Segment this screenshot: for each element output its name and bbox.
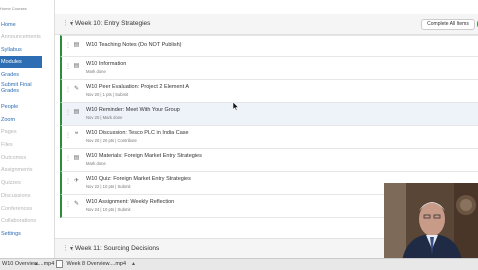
nav-item-people[interactable]: People	[0, 101, 42, 113]
module-item-title[interactable]: W10 Materials: Foreign Market Entry Stra…	[86, 153, 202, 159]
module-item[interactable]: ⋮ ❝ W10 Discussion: Tesco PLC in India C…	[60, 125, 478, 148]
nav-item-zoom[interactable]: Zoom	[0, 114, 42, 126]
download-file-name: Week 8 Overview....mp4	[66, 261, 127, 267]
drag-handle-icon[interactable]: ⋮	[65, 109, 71, 116]
nav-item-outcomes[interactable]: Outcomes	[0, 152, 42, 164]
quiz-icon: ✈	[73, 178, 80, 184]
discussion-icon: ❝	[74, 132, 79, 138]
nav-item-label: Zoom	[1, 117, 16, 123]
collapse-caret-icon[interactable]: ▼	[69, 246, 74, 252]
module-item-meta: Nov 24 | 10 pts | Submit	[86, 207, 131, 212]
nav-item-label: Settings	[1, 231, 21, 237]
nav-item-files[interactable]: Files	[0, 139, 42, 151]
page-icon: ▤	[73, 42, 80, 48]
nav-item-label: Conferences	[1, 206, 33, 212]
chevron-up-icon[interactable]: ▲	[131, 259, 136, 270]
nav-item-conferences[interactable]: Conferences	[0, 203, 42, 215]
nav-item-label: Modules	[1, 59, 22, 65]
nav-item-assignments[interactable]: Assignments	[0, 164, 42, 176]
nav-item-discussions[interactable]: Discussions	[0, 190, 42, 202]
downloads-bar: W10 Overview....mp4 ▲ Week 8 Overview...…	[0, 258, 478, 270]
nav-item-label: Outcomes	[1, 155, 27, 161]
module-title: Week 11: Sourcing Decisions	[75, 245, 160, 252]
chevron-up-icon[interactable]: ▲	[34, 259, 39, 270]
module-item[interactable]: ⋮ ▤ W10 Teaching Notes (Do NOT Publish)	[60, 35, 478, 56]
nav-item-label: Submit Final Grades	[1, 82, 32, 94]
module-item-title[interactable]: W10 Quiz: Foreign Market Entry Strategie…	[86, 176, 191, 182]
video-file-icon	[56, 259, 63, 268]
drag-handle-icon[interactable]: ⋮	[65, 86, 71, 93]
module-item-title[interactable]: W10 Discussion: Tesco PLC in India Case	[86, 130, 189, 136]
nav-item-label: Collaborations	[1, 218, 37, 224]
drag-handle-icon[interactable]: ⋮	[65, 63, 71, 70]
module-title: Week 10: Entry Strategies	[75, 20, 151, 27]
nav-item-announcements[interactable]: Announcements	[0, 31, 42, 43]
nav-item-collaborations[interactable]: Collaborations	[0, 215, 42, 227]
module-item-title[interactable]: W10 Information	[86, 61, 126, 67]
page-icon: ▤	[73, 63, 80, 69]
drag-handle-icon[interactable]: ⋮	[65, 178, 71, 185]
nav-item-label: Grades	[1, 72, 20, 78]
module-item-meta[interactable]: Mark done	[86, 161, 106, 166]
nav-item-label: Discussions	[1, 193, 31, 199]
drag-handle-icon[interactable]: ⋮	[65, 42, 71, 49]
module-item[interactable]: ⋮ ▤ W10 Information Mark done	[60, 56, 478, 79]
nav-item-settings[interactable]: Settings	[0, 228, 42, 240]
module-item[interactable]: ⋮ ✎ W10 Peer Evaluation: Project 2 Eleme…	[60, 79, 478, 102]
module-header[interactable]: ⋮⋮ ▼ Week 10: Entry Strategies	[55, 14, 478, 35]
presenter-image	[384, 183, 478, 261]
collapse-caret-icon[interactable]: ▼	[69, 21, 74, 27]
course-nav-header: Home Courses	[0, 6, 27, 11]
module-item-meta: Nov 22 | 10 pts | Submit	[86, 184, 131, 189]
nav-item-pages[interactable]: Pages	[0, 126, 42, 138]
module-item-title[interactable]: W10 Reminder: Meet With Your Group	[86, 107, 180, 113]
module-item-meta: Nov 20 | 1 pts | Submit	[86, 92, 129, 97]
presenter-webcam-video	[384, 183, 478, 261]
module-item-meta: Nov 20 | Mark done	[86, 115, 123, 120]
complete-all-items-button[interactable]: Complete All Items	[421, 19, 475, 30]
page-icon: ▤	[73, 155, 80, 161]
module-item-title[interactable]: W10 Peer Evaluation: Project 2 Element A	[86, 84, 189, 90]
module-item-meta[interactable]: Mark done	[86, 69, 106, 74]
nav-item-label: People	[1, 104, 19, 110]
module-item-meta: Nov 20 | 20 pts | Contribute	[86, 138, 137, 143]
download-file-name: W10 Overview....mp4	[2, 261, 55, 267]
download-item[interactable]: Week 8 Overview....mp4	[56, 259, 126, 270]
nav-item-quizzes[interactable]: Quizzes	[0, 177, 42, 189]
module-item[interactable]: ⋮ ▤ W10 Reminder: Meet With Your Group N…	[60, 102, 478, 125]
nav-item-label: Files	[1, 142, 13, 148]
module-item[interactable]: ⋮ ▤ W10 Materials: Foreign Market Entry …	[60, 148, 478, 171]
drag-handle-icon[interactable]: ⋮	[65, 132, 71, 139]
page-icon: ▤	[73, 109, 80, 115]
module-item-title[interactable]: W10 Teaching Notes (Do NOT Publish)	[86, 42, 181, 48]
download-item[interactable]: W10 Overview....mp4	[2, 259, 54, 270]
nav-item-modules[interactable]: Modules	[0, 56, 42, 68]
nav-item-submit-final-grades[interactable]: Submit Final Grades	[0, 82, 42, 99]
nav-item-label: Syllabus	[1, 47, 22, 53]
nav-item-label: Home	[1, 22, 16, 28]
drag-handle-icon[interactable]: ⋮	[65, 201, 71, 208]
nav-item-home[interactable]: Home	[0, 19, 42, 31]
course-navigation: Home Courses Home Announcements Syllabus…	[0, 0, 55, 258]
mouse-cursor-icon	[233, 102, 239, 111]
nav-item-label: Quizzes	[1, 180, 21, 186]
nav-item-label: Assignments	[1, 167, 33, 173]
drag-handle-icon[interactable]: ⋮⋮	[62, 20, 76, 28]
nav-item-label: Announcements	[1, 34, 41, 40]
assignment-icon: ✎	[73, 86, 80, 92]
assignment-icon: ✎	[73, 201, 80, 207]
nav-item-grades[interactable]: Grades	[0, 69, 42, 81]
drag-handle-icon[interactable]: ⋮	[65, 155, 71, 162]
drag-handle-icon[interactable]: ⋮⋮	[62, 245, 76, 253]
nav-item-syllabus[interactable]: Syllabus	[0, 44, 42, 56]
nav-item-label: Pages	[1, 129, 17, 135]
module-item-title[interactable]: W10 Assignment: Weekly Reflection	[86, 199, 174, 205]
